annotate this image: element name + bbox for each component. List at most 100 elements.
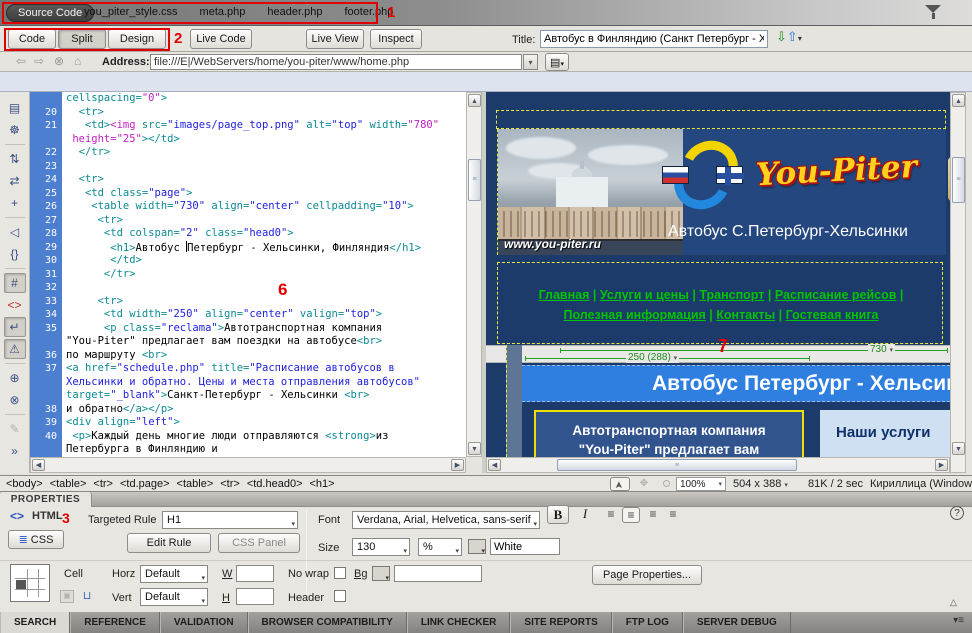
results-tab-site-reports[interactable]: SITE REPORTS [510,612,611,633]
code-line[interactable]: 34 <td width="250" align="center" valign… [30,308,466,322]
cell-height-input[interactable] [236,588,274,605]
code-editor[interactable]: cellspacing="0">20 <tr>21 <td><img src="… [30,92,466,457]
scrollbar-thumb[interactable]: ≡ [952,157,965,203]
remove-comment-icon[interactable]: ⊗ [4,390,26,410]
edit-rule-button[interactable]: Edit Rule [127,533,211,553]
forward-icon[interactable]: ⇨ [34,54,44,68]
properties-tab[interactable]: PROPERTIES [0,492,92,507]
stop-icon[interactable]: ⊗ [54,54,64,68]
css-mode-button[interactable]: ≣CSS [8,530,64,549]
cell-bg-input[interactable] [394,565,482,582]
panel-menu-icon[interactable]: ▾≡ [953,615,964,626]
design-view[interactable]: You-Piter Автобус С.Петербург-Хельсинки … [486,92,950,457]
address-input[interactable] [150,54,522,70]
column-width-marker-730[interactable]: 730 ▾ [868,344,895,355]
apply-comment-icon[interactable]: ⊕ [4,368,26,388]
scroll-left-icon[interactable]: ◀ [488,459,501,471]
results-tab-ftp-log[interactable]: FTP LOG [612,612,683,633]
code-line[interactable]: 25 <td class="page"> [30,187,466,201]
site-nav-link[interactable]: Главная [539,288,590,302]
scroll-down-icon[interactable]: ▼ [468,442,481,455]
design-vertical-scrollbar[interactable]: ▲ ≡ ▼ [950,92,966,473]
code-line[interactable]: 23 [30,160,466,174]
live-view-button[interactable]: Live View [306,29,364,49]
align-right-icon[interactable]: ≡ [644,507,662,523]
tag-selector-item[interactable]: <table> [50,478,87,490]
syntax-error-alerts-icon[interactable]: ⚠ [4,339,26,359]
filter-icon[interactable] [925,5,941,19]
tag-selector-item[interactable]: <td.page> [120,478,170,490]
collapse-panel-icon[interactable]: △ [950,597,957,608]
code-line[interactable]: 28 <td colspan="2" class="head0"> [30,227,466,241]
align-center-icon[interactable]: ≡ [622,507,640,523]
highlight-invalid-code-icon[interactable]: <> [4,295,26,315]
line-numbers-icon[interactable]: # [4,273,26,293]
expand-all-icon[interactable]: + [4,193,26,213]
vert-select[interactable]: Default▾ [140,588,208,606]
select-parent-tag-icon[interactable]: ◁ [4,222,26,242]
tag-selector-item[interactable]: <body> [6,478,43,490]
code-line[interactable]: 29 <h1>Автобус Петербург - Хельсинки, Фи… [30,241,466,255]
tag-selector-item[interactable]: <tr> [220,478,240,490]
format-source-code-icon[interactable]: ✎ [4,419,26,439]
tag-selector-item[interactable]: <td.head0> [247,478,303,490]
code-line[interactable]: 36по маршруту <br> [30,349,466,363]
size-select[interactable]: 130▾ [352,538,410,556]
code-navigator-icon[interactable]: ☸ [4,120,26,140]
more-icons-icon[interactable]: » [4,441,26,461]
magnification-select[interactable]: 100%▾ [676,477,726,491]
site-nav-link[interactable]: Полезная информация [563,308,705,322]
code-line[interactable]: 37<a href="schedule.php" title="Расписан… [30,362,466,376]
file-management-icons[interactable]: ⇩⇧▾ [776,29,802,45]
code-line[interactable]: 21 <td><img src="images/page_top.png" al… [30,119,466,133]
italic-button[interactable]: I [576,505,594,524]
scroll-up-icon[interactable]: ▲ [468,94,481,107]
code-line[interactable]: Хельсинки и обратно. Цены и места отправ… [30,376,466,390]
html-mode-label[interactable]: HTML [32,510,63,522]
align-justify-icon[interactable]: ≡ [664,507,682,523]
scroll-up-icon[interactable]: ▲ [952,94,965,107]
zoom-tool-icon[interactable] [656,477,676,491]
tag-selector-item[interactable]: <h1> [310,478,335,490]
code-line[interactable]: 39<div align="left"> [30,416,466,430]
title-input[interactable] [540,30,768,48]
align-left-icon[interactable]: ≡ [602,507,620,523]
code-line[interactable]: 32 [30,281,466,295]
code-horizontal-scrollbar[interactable]: ◀ ▶ [30,457,466,473]
code-line[interactable]: 27 <tr> [30,214,466,228]
no-wrap-checkbox[interactable] [334,567,346,579]
site-nav-link[interactable]: Гостевая книга [786,308,879,322]
scrollbar-thumb[interactable]: ≡ [557,459,797,471]
code-line[interactable]: 24 <tr> [30,173,466,187]
help-icon[interactable]: ? [950,506,964,520]
font-select[interactable]: Verdana, Arial, Helvetica, sans-serif▾ [352,511,540,529]
code-line[interactable]: 20 <tr> [30,106,466,120]
code-line[interactable]: 38и обратно</a></p> [30,403,466,417]
page-heading-banner[interactable]: Автобус Петербург - Хельсин [522,365,950,402]
code-line[interactable]: 30 </td> [30,254,466,268]
code-line[interactable]: 33 <tr> [30,295,466,309]
scroll-right-icon[interactable]: ▶ [451,459,464,471]
merge-cells-icon[interactable]: ▣ [60,590,74,603]
scrollbar-thumb[interactable]: ≡ [468,159,481,201]
window-size-indicator[interactable]: 504 x 388 ▾ [733,478,788,490]
results-tab-browser-compatibility[interactable]: BROWSER COMPATIBILITY [248,612,407,633]
code-line[interactable]: 31 </tr> [30,268,466,282]
code-line[interactable]: height="25"></td> [30,133,466,147]
hand-tool-icon[interactable]: ✥ [634,477,654,491]
word-wrap-icon[interactable]: ↵ [4,317,26,337]
size-unit-select[interactable]: %▾ [418,538,462,556]
results-tab-link-checker[interactable]: LINK CHECKER [407,612,511,633]
site-header-image[interactable]: You-Piter Автобус С.Петербург-Хельсинки … [497,129,946,255]
code-line[interactable]: "You-Piter" предлагает вам поездки на ав… [30,335,466,349]
code-line[interactable]: 26 <table width="730" align="center" cel… [30,200,466,214]
select-tool-icon[interactable]: ➤ [610,477,630,491]
text-color-swatch[interactable] [468,539,486,554]
address-dropdown-icon[interactable]: ▾ [523,54,538,70]
services-box[interactable]: Наши услуги [820,410,950,457]
code-line[interactable]: 35 <p class="reclama">Автотранспортная к… [30,322,466,336]
code-line[interactable]: 22 </tr> [30,146,466,160]
design-horizontal-scrollbar[interactable]: ◀ ≡ ▶ [486,457,950,473]
get-file-icon[interactable]: ⇩ [776,29,787,44]
site-nav-link[interactable]: Расписание рейсов [775,288,897,302]
